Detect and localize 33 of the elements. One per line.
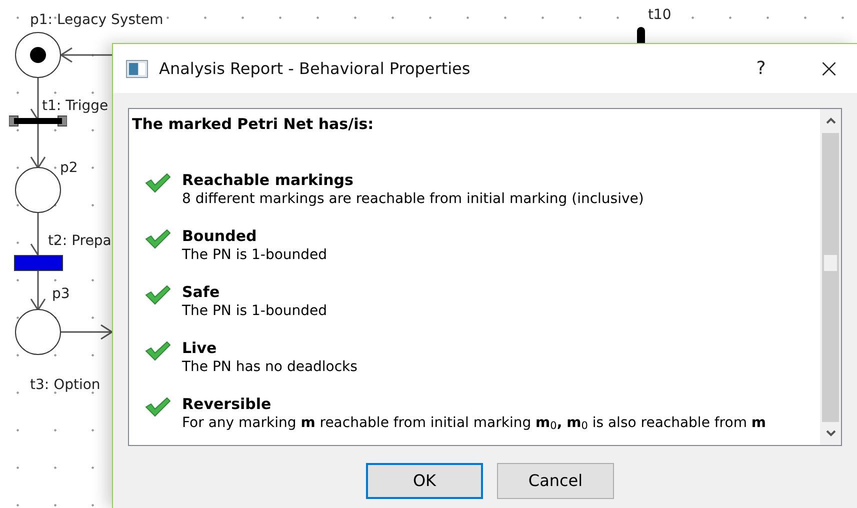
- place-label: p2: [60, 159, 78, 178]
- property-description: For any marking m reachable from initial marking m$_{0}$, m$_{0}$ is also reachable from m: [182, 414, 766, 432]
- transition-label: t2: Prepa: [48, 232, 112, 251]
- transition-bar: [14, 255, 63, 271]
- dialog-button[interactable]: Cancel: [497, 463, 614, 499]
- arc-arrow: [60, 47, 113, 63]
- property-description: The PN is 1-bounded: [182, 246, 328, 264]
- app-icon: [126, 60, 148, 78]
- scroll-thumb[interactable]: [824, 255, 837, 271]
- scroll-up-icon[interactable]: [826, 117, 836, 124]
- property-description: 8 different markings are reachable from initial marking (inclusive): [182, 190, 644, 208]
- property-name: Reversible: [182, 394, 272, 414]
- transition-label: t3: Option: [30, 376, 100, 395]
- close-button[interactable]: ×: [806, 48, 852, 88]
- property-name: Bounded: [182, 226, 258, 246]
- place-label: p1: Legacy System: [30, 11, 164, 30]
- arc-arrow: [59, 324, 114, 340]
- dialog-button[interactable]: OK: [366, 463, 483, 499]
- transition-bar: [637, 27, 645, 43]
- transition-label: t10: [648, 6, 672, 25]
- property-name: Safe: [182, 282, 221, 302]
- scrollbar[interactable]: [820, 109, 841, 445]
- property-description: The PN has no deadlocks: [182, 358, 358, 376]
- help-button[interactable]: ?: [738, 48, 784, 88]
- property-name: Reachable markings: [182, 170, 354, 190]
- place-label: p3: [52, 285, 70, 304]
- window-title: Analysis Report - Behavioral Properties: [159, 58, 470, 80]
- report-heading: The marked Petri Net has/is:: [132, 114, 375, 135]
- property-description: The PN is 1-bounded: [182, 302, 328, 320]
- transition-bar: [9, 113, 67, 129]
- transition-label: t1: Trigge: [42, 97, 108, 116]
- scroll-down-icon[interactable]: [826, 430, 836, 437]
- property-name: Live: [182, 338, 218, 358]
